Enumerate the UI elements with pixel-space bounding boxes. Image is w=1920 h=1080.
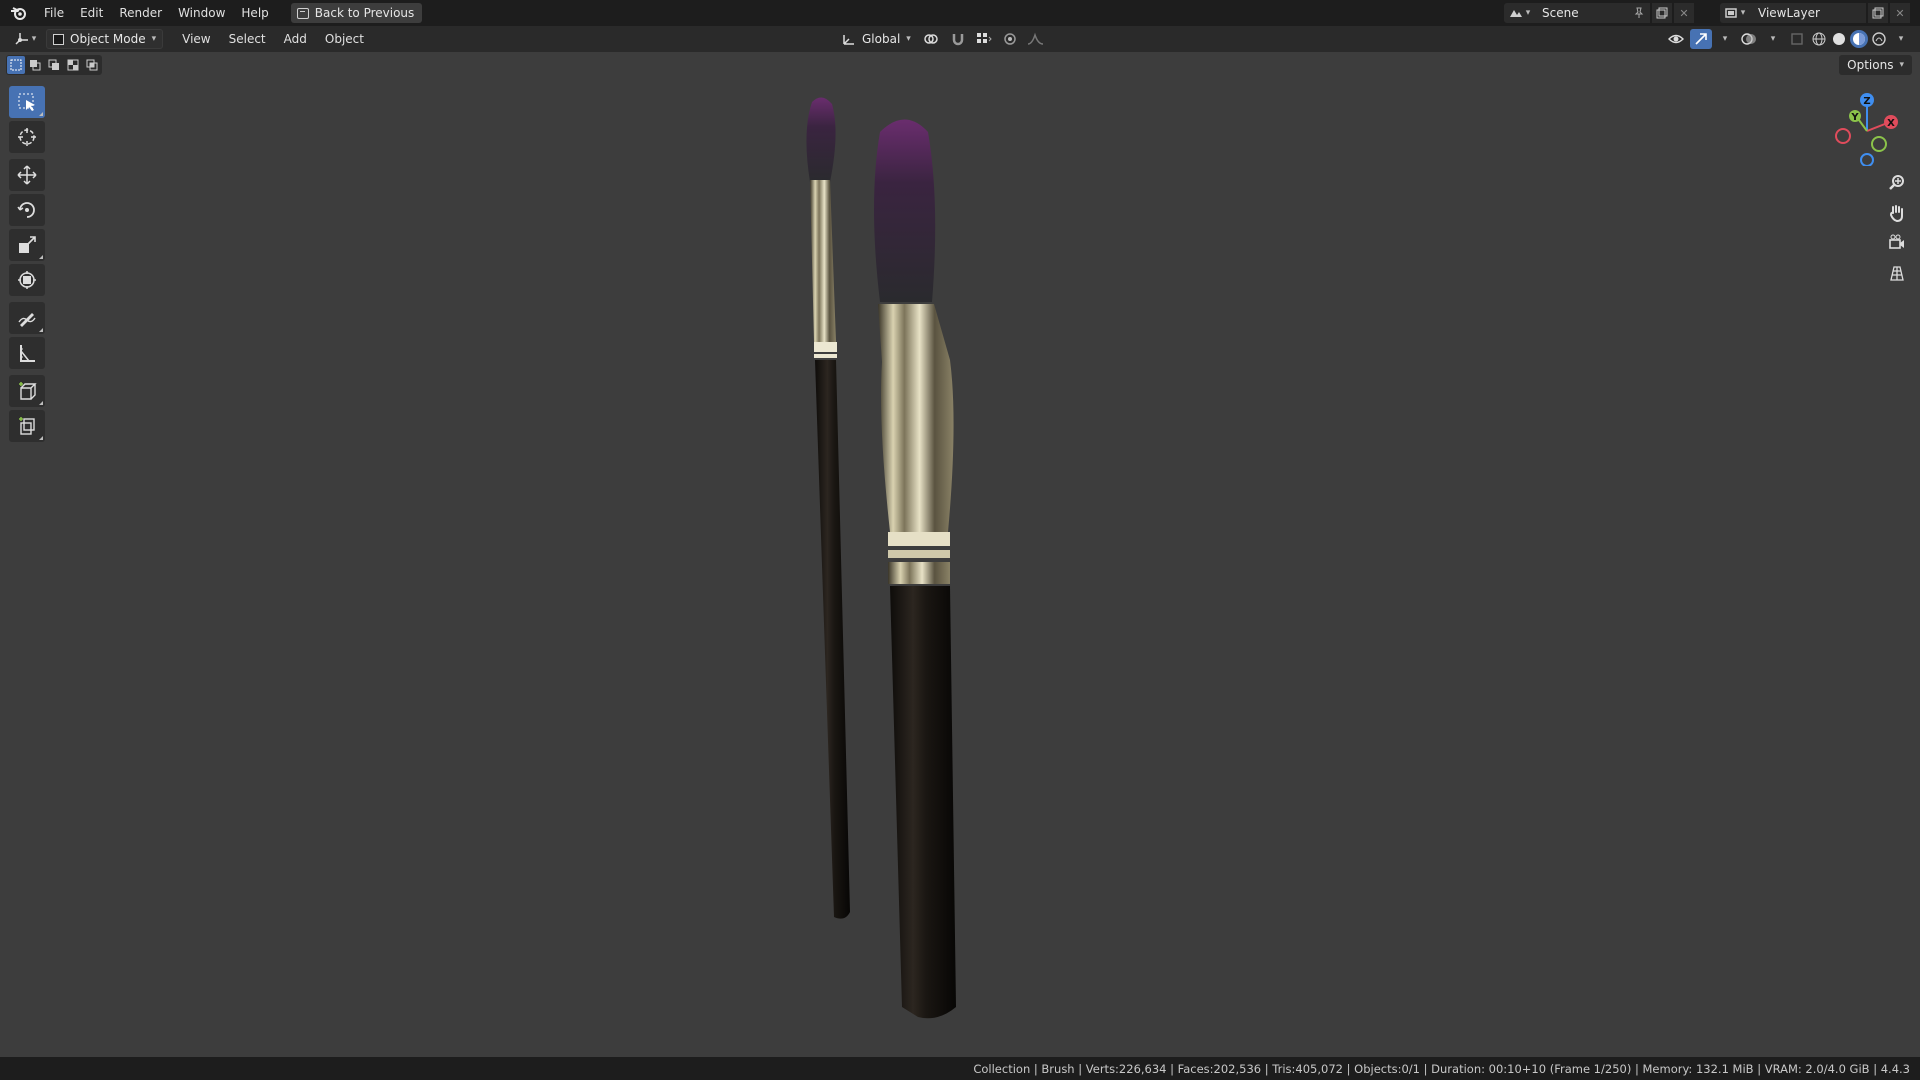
scale-tool[interactable]	[9, 229, 45, 261]
pin-icon[interactable]	[1634, 7, 1644, 19]
annotate-tool[interactable]	[9, 302, 45, 334]
menu-render[interactable]: Render	[111, 2, 170, 24]
overlays-dropdown-icon[interactable]: ▾	[1762, 29, 1784, 49]
view-layer-name[interactable]: ViewLayer	[1750, 3, 1866, 23]
measure-tool[interactable]	[9, 337, 45, 369]
gizmo-neg-z-axis[interactable]	[1860, 153, 1874, 167]
perspective-toggle-icon[interactable]	[1884, 260, 1910, 286]
add-cube-tool[interactable]	[9, 375, 45, 407]
overlays-icon[interactable]	[1738, 29, 1760, 49]
small-brush[interactable]	[806, 97, 850, 919]
scene-icon[interactable]: ▾	[1504, 3, 1534, 23]
transform-orientation-selector[interactable]: Global ▾	[836, 29, 917, 49]
select-box-icon	[18, 93, 35, 111]
zoom-icon[interactable]	[1884, 170, 1910, 196]
gizmo-neg-x-axis[interactable]	[1835, 128, 1851, 144]
scene-selector: ▾ Scene ✕	[1504, 3, 1694, 23]
add-cube-icon	[19, 382, 37, 400]
proportional-editing-icon[interactable]	[999, 29, 1021, 49]
shading-dropdown-icon[interactable]: ▾	[1890, 29, 1912, 49]
snap-icon[interactable]	[947, 29, 969, 49]
3d-viewport-icon	[15, 33, 28, 45]
gizmo-dropdown-icon[interactable]: ▾	[1714, 29, 1736, 49]
mode-selector[interactable]: Object Mode ▾	[46, 29, 164, 49]
object-mode-icon	[53, 33, 64, 45]
select-invert-icon[interactable]	[64, 56, 82, 74]
select-box-tool[interactable]	[9, 86, 45, 118]
add-object-tool[interactable]	[9, 410, 45, 442]
menu-window[interactable]: Window	[170, 2, 233, 24]
gizmo-x-label: X	[1887, 118, 1895, 129]
viewport-shading-tools: ▾ ▾ ▾	[1666, 29, 1912, 49]
scale-icon	[19, 236, 36, 253]
snap-target-icon[interactable]	[973, 29, 995, 49]
mode-label: Object Mode	[70, 32, 146, 46]
tool-shelf	[9, 86, 47, 445]
options-dropdown[interactable]: Options ▾	[1839, 55, 1912, 75]
transform-icon	[18, 271, 36, 289]
menu-object[interactable]: Object	[316, 32, 373, 46]
status-bar: Collection | Brush | Verts:226,634 | Fac…	[0, 1057, 1920, 1080]
large-brush[interactable]	[874, 119, 956, 1019]
3d-viewport[interactable]: Options ▾ Z X Y	[0, 52, 1920, 1057]
rotate-tool[interactable]	[9, 194, 45, 226]
menu-add[interactable]: Add	[275, 32, 316, 46]
material-preview-shading-icon[interactable]	[1850, 30, 1868, 48]
menu-view[interactable]: View	[173, 32, 219, 46]
solid-shading-icon[interactable]	[1830, 30, 1848, 48]
back-to-previous-button[interactable]: Back to Previous	[290, 3, 423, 23]
select-extend-icon[interactable]	[26, 56, 44, 74]
orientation-label: Global	[862, 32, 901, 46]
gizmo-neg-y-axis[interactable]	[1871, 136, 1887, 152]
delete-view-layer-icon[interactable]: ✕	[1890, 3, 1910, 23]
navigation-gizmo[interactable]: Z X Y	[1832, 86, 1902, 167]
view-layer-selector: ▾ ViewLayer ✕	[1720, 3, 1910, 23]
menu-file[interactable]: File	[36, 2, 72, 24]
falloff-icon[interactable]	[1025, 29, 1047, 49]
transform-tool[interactable]	[9, 264, 45, 296]
cursor-icon	[18, 128, 36, 146]
selection-mode-buttons	[6, 55, 102, 75]
select-intersect-icon[interactable]	[83, 56, 101, 74]
options-label: Options	[1847, 58, 1894, 72]
editor-type-selector[interactable]: ▾	[8, 29, 42, 49]
scene-name-field[interactable]: Scene	[1534, 3, 1650, 23]
orientation-icon	[843, 35, 854, 45]
back-icon	[296, 7, 309, 19]
back-to-previous-label: Back to Previous	[314, 6, 415, 20]
scene-name: Scene	[1542, 6, 1579, 20]
brush-models[interactable]	[790, 92, 1010, 1022]
scene-statistics: Collection | Brush | Verts:226,634 | Fac…	[973, 1061, 1910, 1076]
measure-icon	[20, 345, 35, 362]
annotate-icon	[18, 313, 36, 327]
transform-tools: Global ▾	[836, 29, 1047, 49]
wireframe-shading-icon[interactable]	[1810, 30, 1828, 48]
select-new-icon[interactable]	[7, 56, 25, 74]
rotate-icon	[17, 202, 35, 218]
gizmo-toggle-icon[interactable]	[1690, 29, 1712, 49]
viewport-header: ▾ Object Mode ▾ View Select Add Object G…	[0, 26, 1920, 52]
cursor-tool[interactable]	[9, 121, 45, 153]
pivot-point-icon[interactable]	[921, 29, 943, 49]
view-layer-icon[interactable]: ▾	[1720, 3, 1750, 23]
pan-hand-icon[interactable]	[1884, 200, 1910, 226]
blender-logo-icon[interactable]	[8, 4, 30, 22]
top-bar: File Edit Render Window Help Back to Pre…	[0, 0, 1920, 26]
menu-edit[interactable]: Edit	[72, 2, 111, 24]
add-object-icon	[19, 417, 35, 435]
gizmo-z-label: Z	[1863, 96, 1870, 107]
xray-icon[interactable]	[1786, 29, 1808, 49]
delete-scene-icon[interactable]: ✕	[1674, 3, 1694, 23]
gizmo-y-label: Y	[1850, 112, 1859, 123]
visibility-icon[interactable]	[1666, 29, 1688, 49]
rendered-shading-icon[interactable]	[1870, 30, 1888, 48]
menu-help[interactable]: Help	[233, 2, 276, 24]
move-tool[interactable]	[9, 159, 45, 191]
new-view-layer-icon[interactable]	[1868, 3, 1888, 23]
select-subtract-icon[interactable]	[45, 56, 63, 74]
menu-select[interactable]: Select	[220, 32, 275, 46]
camera-view-icon[interactable]	[1884, 230, 1910, 256]
new-scene-icon[interactable]	[1652, 3, 1672, 23]
move-icon	[17, 165, 37, 185]
